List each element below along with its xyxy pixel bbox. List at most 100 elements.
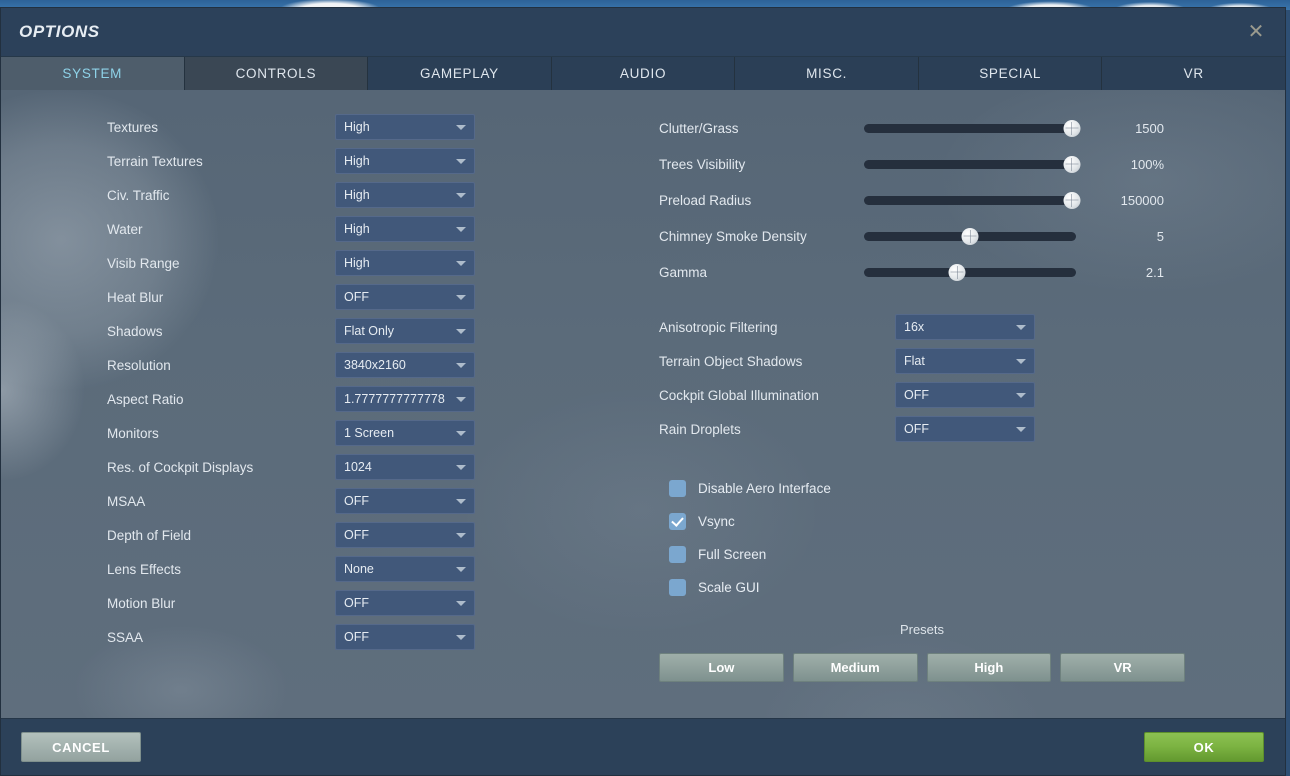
dropdown-aspect-ratio[interactable]: 1.7777777777778 [335, 386, 475, 412]
preset-medium-button[interactable]: Medium [792, 653, 918, 682]
dropdown-lens-effects[interactable]: None [335, 556, 475, 582]
dropdown-visib-range[interactable]: High [335, 250, 475, 276]
dropdown-cockpit-global-illumination[interactable]: OFF [895, 382, 1035, 408]
checkbox-row-full-screen[interactable]: Full Screen [659, 538, 1219, 571]
checkbox-vsync[interactable] [669, 513, 686, 530]
close-icon[interactable]: ✕ [1243, 19, 1269, 45]
dropdown-rain-droplets[interactable]: OFF [895, 416, 1035, 442]
dropdown-value-shadows: Flat Only [344, 324, 395, 338]
chevron-down-icon [1016, 324, 1026, 330]
slider-row-preload-radius: Preload Radius 150000 [659, 182, 1219, 218]
setting-label-civ-traffic: Civ. Traffic [107, 187, 170, 203]
slider-handle[interactable] [948, 263, 966, 281]
checkbox-label-full-screen: Full Screen [698, 547, 767, 562]
dropdown-heat-blur[interactable]: OFF [335, 284, 475, 310]
setting-row-visib-range: Visib Range High [107, 246, 477, 280]
chevron-down-icon [456, 294, 466, 300]
slider-preload-radius[interactable] [864, 190, 1081, 210]
ok-button[interactable]: OK [1144, 732, 1264, 762]
tab-gameplay[interactable]: GAMEPLAY [368, 57, 552, 90]
footer-bar: CANCEL OK [1, 718, 1285, 775]
dropdown-monitors[interactable]: 1 Screen [335, 420, 475, 446]
setting-row-civ-traffic: Civ. Traffic High [107, 178, 477, 212]
chevron-down-icon [1016, 358, 1026, 364]
checkbox-row-vsync[interactable]: Vsync [659, 505, 1219, 538]
slider-track [864, 159, 1076, 169]
dropdown-civ-traffic[interactable]: High [335, 182, 475, 208]
slider-value-preload-radius: 150000 [1120, 192, 1164, 208]
checkbox-group: Disable Aero Interface Vsync Full Screen… [659, 472, 1219, 604]
dropdown-value-res-cockpit-displays: 1024 [344, 460, 372, 474]
checkbox-row-disable-aero-interface[interactable]: Disable Aero Interface [659, 472, 1219, 505]
slider-label-chimney-smoke-density: Chimney Smoke Density [659, 228, 807, 244]
slider-handle[interactable] [1063, 155, 1081, 173]
setting-label-lens-effects: Lens Effects [107, 561, 182, 577]
preset-low-button[interactable]: Low [659, 653, 784, 682]
dropdown-motion-blur[interactable]: OFF [335, 590, 475, 616]
dropdown-textures[interactable]: High [335, 114, 475, 140]
settings-content: Textures High Terrain Textures High Civ.… [1, 90, 1285, 718]
cancel-button[interactable]: CANCEL [21, 732, 141, 762]
slider-label-trees-visibility: Trees Visibility [659, 156, 746, 172]
slider-row-gamma: Gamma 2.1 [659, 254, 1219, 290]
dropdown-value-terrain-object-shadows: Flat [904, 354, 925, 368]
left-settings-column: Textures High Terrain Textures High Civ.… [107, 110, 477, 654]
dropdown-value-water: High [344, 222, 370, 236]
chevron-down-icon [456, 124, 466, 130]
tab-special[interactable]: SPECIAL [918, 57, 1103, 90]
chevron-down-icon [456, 498, 466, 504]
dropdown-anisotropic-filtering[interactable]: 16x [895, 314, 1035, 340]
dropdown-value-heat-blur: OFF [344, 290, 369, 304]
options-dialog: OPTIONS ✕ SYSTEM CONTROLS GAMEPLAY AUDIO… [0, 7, 1286, 776]
tab-vr[interactable]: VR [1102, 57, 1286, 90]
slider-clutter-grass[interactable] [864, 118, 1081, 138]
tab-bar: SYSTEM CONTROLS GAMEPLAY AUDIO MISC. SPE… [1, 56, 1286, 90]
dropdown-value-civ-traffic: High [344, 188, 370, 202]
slider-handle[interactable] [1063, 119, 1081, 137]
checkbox-row-scale-gui[interactable]: Scale GUI [659, 571, 1219, 604]
dropdown-depth-of-field[interactable]: OFF [335, 522, 475, 548]
title-bar: OPTIONS ✕ [1, 8, 1285, 56]
slider-gamma[interactable] [864, 262, 1076, 282]
dropdown-resolution[interactable]: 3840x2160 [335, 352, 475, 378]
slider-handle[interactable] [1063, 191, 1081, 209]
preset-high-button[interactable]: High [926, 653, 1052, 682]
dropdown-value-rain-droplets: OFF [904, 422, 929, 436]
presets-title: Presets [899, 622, 945, 637]
chevron-down-icon [456, 192, 466, 198]
dropdown-water[interactable]: High [335, 216, 475, 242]
setting-row-water: Water High [107, 212, 477, 246]
setting-row-heat-blur: Heat Blur OFF [107, 280, 477, 314]
dropdown-value-cockpit-global-illumination: OFF [904, 388, 929, 402]
preset-vr-button[interactable]: VR [1060, 653, 1185, 682]
dropdown-terrain-object-shadows[interactable]: Flat [895, 348, 1035, 374]
tab-controls[interactable]: CONTROLS [184, 57, 369, 90]
tab-misc[interactable]: MISC. [735, 57, 919, 90]
dropdown-shadows[interactable]: Flat Only [335, 318, 475, 344]
slider-value-clutter-grass: 1500 [1135, 120, 1164, 136]
checkbox-label-scale-gui: Scale GUI [698, 580, 760, 595]
setting-row-monitors: Monitors 1 Screen [107, 416, 477, 450]
tab-audio[interactable]: AUDIO [551, 57, 736, 90]
dropdown-ssaa[interactable]: OFF [335, 624, 475, 650]
setting-row-motion-blur: Motion Blur OFF [107, 586, 477, 620]
tab-system[interactable]: SYSTEM [1, 57, 185, 90]
dropdown-value-motion-blur: OFF [344, 596, 369, 610]
chevron-down-icon [456, 260, 466, 266]
dropdown-res-cockpit-displays[interactable]: 1024 [335, 454, 475, 480]
slider-handle[interactable] [961, 227, 979, 245]
slider-trees-visibility[interactable] [864, 154, 1081, 174]
dropdown-value-lens-effects: None [344, 562, 374, 576]
dropdown-value-depth-of-field: OFF [344, 528, 369, 542]
slider-chimney-smoke-density[interactable] [864, 226, 1076, 246]
dropdown-msaa[interactable]: OFF [335, 488, 475, 514]
setting-label-res-cockpit-displays: Res. of Cockpit Displays [107, 459, 254, 475]
chevron-down-icon [456, 634, 466, 640]
setting-label-terrain-textures: Terrain Textures [107, 153, 203, 169]
checkbox-scale-gui[interactable] [669, 579, 686, 596]
dropdown-terrain-textures[interactable]: High [335, 148, 475, 174]
slider-row-chimney-smoke-density: Chimney Smoke Density 5 [659, 218, 1219, 254]
checkbox-full-screen[interactable] [669, 546, 686, 563]
setting-row-shadows: Shadows Flat Only [107, 314, 477, 348]
checkbox-disable-aero-interface[interactable] [669, 480, 686, 497]
